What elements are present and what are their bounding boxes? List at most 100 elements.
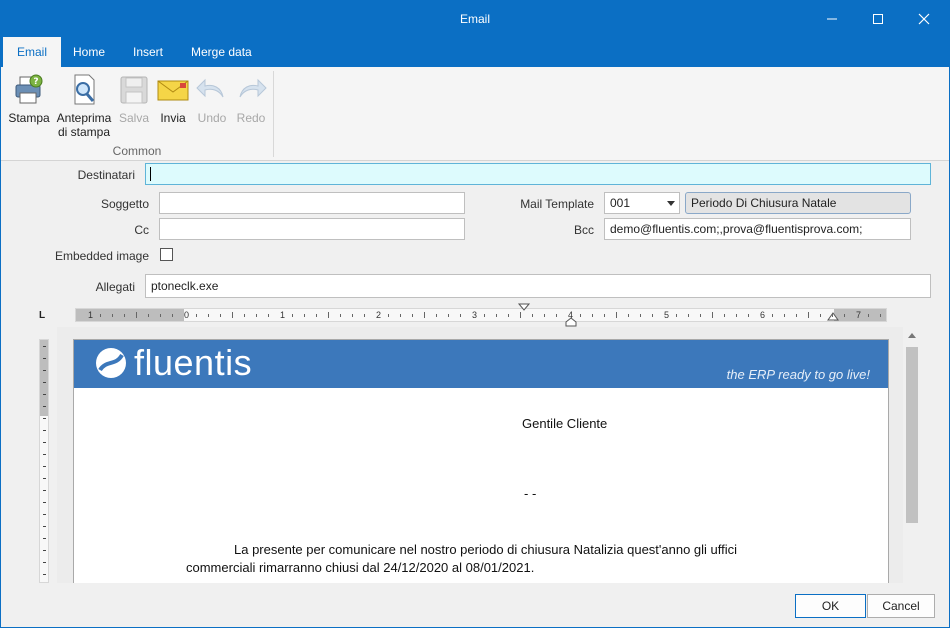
allegati-input[interactable]: ptoneclk.exe bbox=[145, 274, 931, 298]
print-preview-button[interactable]: Anteprima di stampa bbox=[54, 73, 114, 139]
vertical-ruler-tick bbox=[43, 358, 46, 359]
ruler-number: 1 bbox=[280, 310, 286, 320]
tab-stop-selector[interactable]: L bbox=[39, 310, 53, 322]
soggetto-label: Soggetto bbox=[100, 197, 149, 211]
minimize-icon bbox=[827, 18, 837, 20]
vertical-ruler-tick bbox=[43, 346, 46, 347]
ruler-tick bbox=[148, 314, 149, 317]
ruler-tick bbox=[496, 314, 497, 317]
ribbon-group-label: Common bbox=[112, 144, 162, 158]
ruler-number: 5 bbox=[664, 310, 670, 320]
vertical-ruler bbox=[39, 339, 49, 583]
document-vertical-scrollbar[interactable] bbox=[904, 327, 920, 583]
ruler-tick bbox=[436, 314, 437, 317]
bcc-label: Bcc bbox=[573, 223, 594, 237]
cc-label: Cc bbox=[134, 223, 149, 237]
destinatari-input[interactable] bbox=[145, 163, 931, 185]
bcc-input[interactable]: demo@fluentis.com;,prova@fluentisprova.c… bbox=[604, 218, 911, 240]
tab-home[interactable]: Home bbox=[59, 37, 119, 67]
redo-label: Redo bbox=[236, 111, 266, 125]
ruler-tick bbox=[244, 314, 245, 317]
text-caret bbox=[150, 167, 151, 181]
soggetto-input[interactable] bbox=[159, 192, 465, 214]
tab-email[interactable]: Email bbox=[3, 37, 62, 67]
allegati-label: Allegati bbox=[95, 280, 135, 294]
vertical-ruler-tick bbox=[43, 406, 46, 407]
fluentis-banner: fluentis the ERP ready to go live! bbox=[74, 340, 888, 388]
ruler-tick bbox=[400, 314, 401, 317]
destinatari-label: Destinatari bbox=[77, 168, 135, 182]
cc-input[interactable] bbox=[159, 218, 465, 240]
ruler-tick bbox=[688, 314, 689, 317]
embedded-image-label: Embedded image bbox=[54, 249, 149, 263]
ruler-tick bbox=[460, 314, 461, 317]
ruler-tick bbox=[292, 314, 293, 317]
ruler-tick bbox=[160, 314, 161, 317]
ruler-tick bbox=[112, 314, 113, 317]
ruler-tick bbox=[100, 314, 101, 317]
ruler-tick bbox=[232, 312, 233, 318]
fluentis-logo: fluentis bbox=[94, 345, 252, 381]
ruler-tick bbox=[868, 314, 869, 317]
mail-template-label: Mail Template bbox=[520, 197, 594, 211]
maximize-button[interactable] bbox=[855, 1, 901, 37]
document-page[interactable]: fluentis the ERP ready to go live! Genti… bbox=[73, 339, 889, 583]
ruler-tick bbox=[316, 314, 317, 317]
scroll-up-arrow-icon[interactable] bbox=[908, 333, 916, 338]
save-button[interactable]: Salva bbox=[117, 73, 151, 125]
ruler-tick bbox=[196, 314, 197, 317]
ruler-tick bbox=[484, 314, 485, 317]
ruler-tick bbox=[304, 314, 305, 317]
ruler-tick bbox=[808, 312, 809, 318]
tab-insert[interactable]: Insert bbox=[119, 37, 177, 67]
ruler-tick bbox=[592, 314, 593, 317]
close-icon bbox=[918, 13, 930, 25]
print-button[interactable]: ? Stampa bbox=[7, 73, 51, 125]
ruler-tick bbox=[424, 312, 425, 318]
embedded-image-checkbox[interactable] bbox=[160, 248, 173, 261]
vertical-ruler-tick bbox=[43, 526, 46, 527]
ok-button[interactable]: OK bbox=[795, 594, 866, 618]
email-window: Email Email Home Insert Merge data ? Sta… bbox=[0, 0, 950, 628]
ruler-number: 7 bbox=[856, 310, 862, 320]
send-button[interactable]: Invia bbox=[156, 73, 190, 125]
first-line-indent-marker[interactable] bbox=[518, 303, 530, 311]
ruler-tick bbox=[532, 314, 533, 317]
vertical-ruler-tick bbox=[43, 478, 46, 479]
ribbon: ? Stampa Anteprima di stampa Salva Invia… bbox=[1, 67, 949, 161]
ruler-number: 1 bbox=[88, 310, 94, 320]
ruler-tick bbox=[700, 314, 701, 317]
ruler-tick bbox=[508, 314, 509, 317]
mail-template-name: Periodo Di Chiusura Natale bbox=[685, 192, 911, 214]
scrollbar-thumb[interactable] bbox=[906, 347, 918, 523]
ruler-tick bbox=[832, 314, 833, 317]
cancel-button[interactable]: Cancel bbox=[867, 594, 935, 618]
greeting-text: Gentile Cliente bbox=[522, 416, 608, 431]
fluentis-logo-icon bbox=[96, 348, 126, 378]
horizontal-ruler[interactable]: 1 0 1 2 3 4 5 6 7 bbox=[75, 303, 887, 327]
ruler-tick bbox=[124, 314, 125, 317]
vertical-ruler-tick bbox=[43, 574, 46, 575]
ruler-tick bbox=[616, 312, 617, 318]
close-button[interactable] bbox=[901, 1, 947, 37]
ruler-tick bbox=[544, 314, 545, 317]
minimize-button[interactable] bbox=[809, 1, 855, 37]
tagline: the ERP ready to go live! bbox=[726, 367, 870, 382]
tab-merge-data[interactable]: Merge data bbox=[177, 37, 266, 67]
ruler-tick bbox=[208, 314, 209, 317]
vertical-ruler-top-margin bbox=[40, 340, 48, 416]
mail-template-combo[interactable]: 001 bbox=[604, 192, 680, 214]
redo-button[interactable]: Redo bbox=[234, 73, 268, 125]
ruler-tick bbox=[268, 314, 269, 317]
ruler-tick bbox=[820, 314, 821, 317]
undo-label: Undo bbox=[197, 111, 227, 125]
mail-template-code: 001 bbox=[610, 196, 631, 210]
printer-icon: ? bbox=[15, 74, 43, 104]
right-indent-marker[interactable] bbox=[827, 312, 839, 322]
ruler-number: 0 bbox=[184, 310, 190, 320]
undo-button[interactable]: Undo bbox=[195, 73, 229, 125]
ruler-number: 6 bbox=[760, 310, 766, 320]
ruler-number: 2 bbox=[376, 310, 382, 320]
left-indent-marker[interactable] bbox=[565, 317, 577, 327]
ruler-tick bbox=[724, 314, 725, 317]
